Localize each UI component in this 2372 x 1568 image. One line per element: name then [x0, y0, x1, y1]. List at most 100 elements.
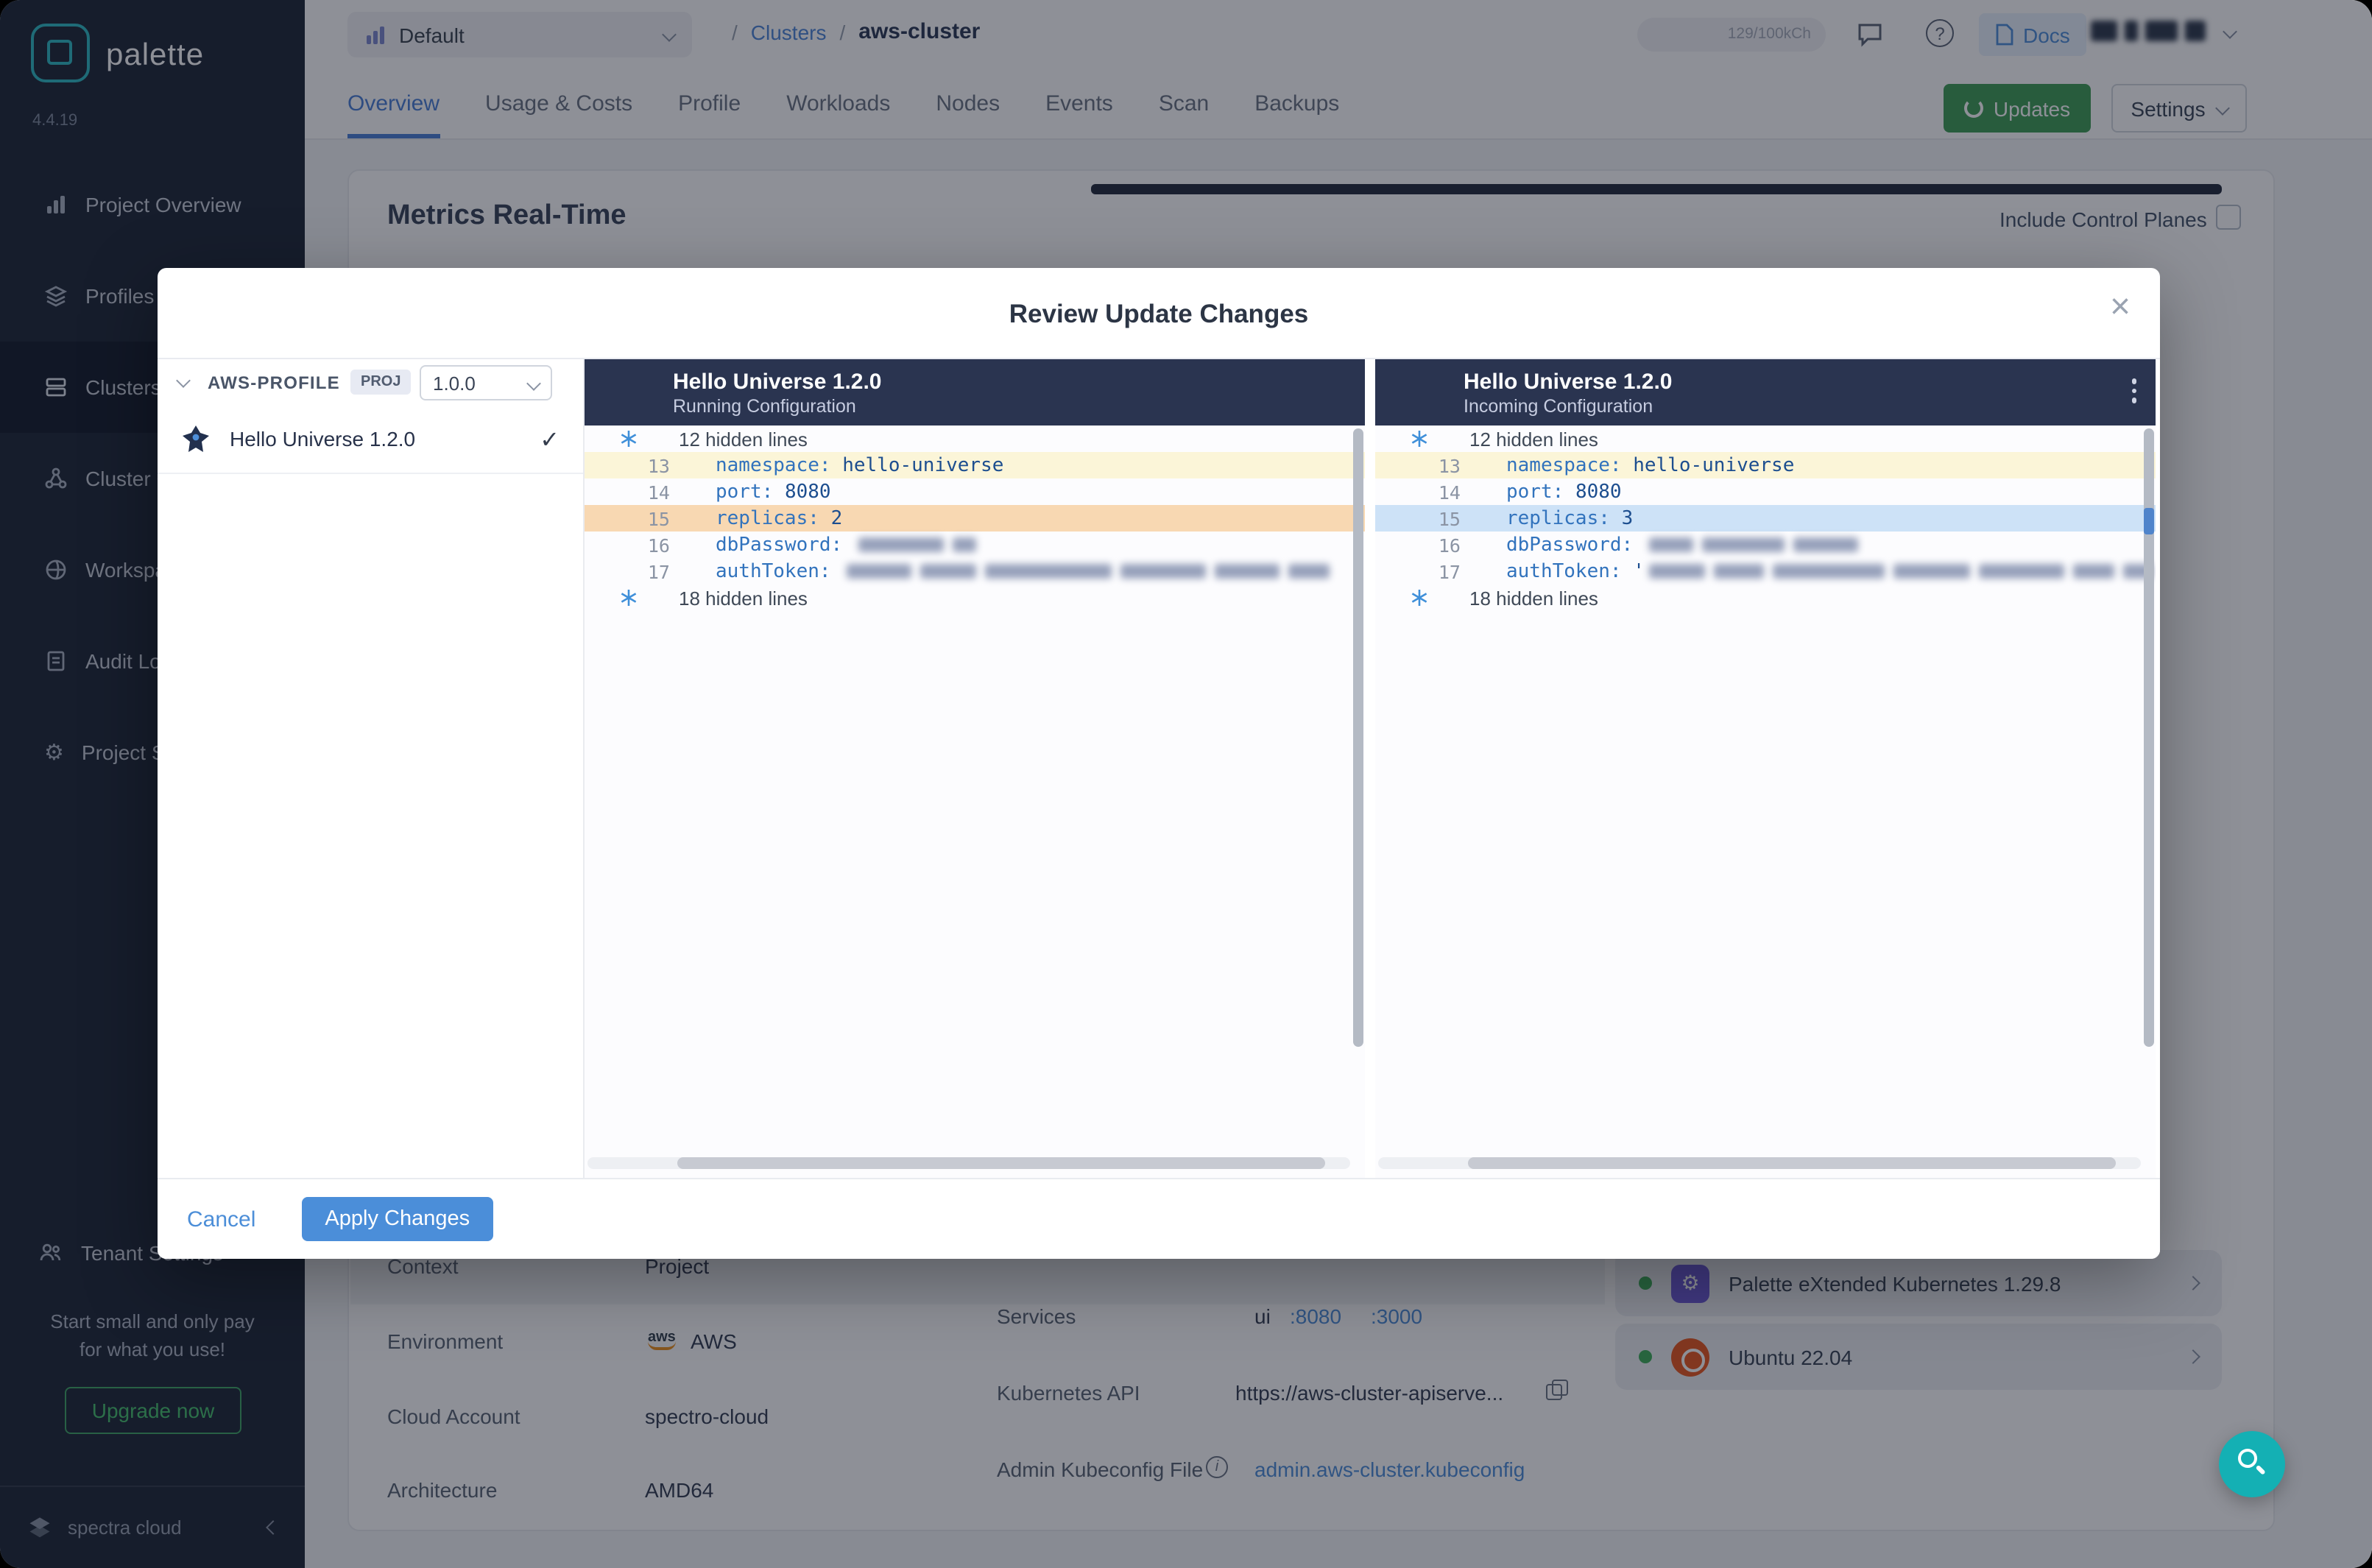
diff-change-marker [2144, 508, 2154, 534]
modal-header: Review Update Changes × [158, 268, 2160, 359]
yaml-value: ' [1633, 560, 1645, 582]
diff-line-row: 16 dbPassword: [585, 532, 1365, 558]
running-config-code: 12 hidden lines 13 namespace: hello-univ… [585, 425, 1365, 1178]
hidden-lines-row: 12 hidden lines [1375, 425, 2156, 452]
horizontal-scrollbar[interactable] [1378, 1157, 2141, 1169]
incoming-config-code: 12 hidden lines 13 namespace: hello-univ… [1375, 425, 2156, 1178]
diff-line-row: 17 authToken: ' [1375, 558, 2156, 585]
yaml-key: port: [1506, 481, 1564, 503]
scrollbar-thumb[interactable] [677, 1157, 1325, 1169]
expand-lines-icon[interactable] [620, 589, 638, 607]
cancel-button[interactable]: Cancel [187, 1207, 255, 1232]
redacted-value [1648, 537, 1693, 552]
line-number: 17 [647, 560, 670, 582]
yaml-key: dbPassword: [716, 534, 843, 556]
running-config-pane: Hello Universe 1.2.0 Running Configurati… [585, 359, 1365, 1178]
pane-subtitle: Incoming Configuration [1464, 396, 1653, 417]
yaml-key: authToken: [716, 560, 831, 582]
horizontal-scrollbar[interactable] [587, 1157, 1350, 1169]
profile-version-select[interactable]: 1.0.0 [420, 365, 552, 400]
expand-lines-icon[interactable] [1411, 589, 1428, 607]
redacted-value [1713, 564, 1764, 579]
redacted-value [1893, 564, 1970, 579]
line-number: 16 [647, 534, 670, 556]
scrollbar-thumb[interactable] [1468, 1157, 2116, 1169]
hidden-lines-label: 18 hidden lines [679, 587, 808, 609]
diff-line-row: 17 authToken: [585, 558, 1365, 585]
redacted-value [1215, 564, 1280, 579]
chevron-down-icon [526, 375, 541, 390]
hello-universe-pack-icon [183, 425, 209, 452]
chevron-down-icon[interactable] [176, 373, 191, 388]
hidden-lines-row: 12 hidden lines [585, 425, 1365, 452]
yaml-key: namespace: [716, 454, 831, 476]
pane-title: Hello Universe 1.2.0 [1464, 370, 1673, 395]
redacted-value [985, 564, 1112, 579]
pane-title: Hello Universe 1.2.0 [673, 370, 882, 395]
redacted-value [2072, 564, 2114, 579]
hidden-lines-label: 12 hidden lines [679, 428, 808, 450]
pane-subtitle: Running Configuration [673, 396, 856, 417]
incoming-config-header: Hello Universe 1.2.0 Incoming Configurat… [1375, 359, 2156, 425]
redacted-value [1978, 564, 2064, 579]
line-number: 16 [1438, 534, 1461, 556]
hidden-lines-row: 18 hidden lines [1375, 585, 2156, 611]
yaml-key: authToken: [1506, 560, 1622, 582]
redacted-value [858, 537, 944, 552]
hidden-lines-label: 12 hidden lines [1469, 428, 1598, 450]
yaml-value: 3 [1621, 507, 1634, 529]
diff-line-row: 13 namespace: hello-universe [585, 452, 1365, 478]
yaml-value: 8080 [784, 481, 831, 503]
redacted-value [1120, 564, 1207, 579]
profile-name: AWS-PROFILE [208, 372, 340, 392]
yaml-key: replicas: [716, 507, 819, 529]
diff-line-row: 16 dbPassword: [1375, 532, 2156, 558]
yaml-value: 2 [830, 507, 843, 529]
app-window: palette 4.4.19 Project Overview Profiles… [0, 0, 2372, 1568]
yaml-value: hello-universe [1633, 454, 1795, 476]
line-number: 13 [647, 454, 670, 476]
yaml-value: 8080 [1575, 481, 1622, 503]
line-number: 14 [647, 481, 670, 503]
diff-line-row: 14 port: 8080 [1375, 478, 2156, 505]
pack-list-item[interactable]: Hello Universe 1.2.0 ✓ [158, 405, 583, 474]
expand-lines-icon[interactable] [1411, 430, 1428, 448]
line-number: 15 [647, 507, 670, 529]
magnifier-icon [2238, 1449, 2257, 1468]
hidden-lines-label: 18 hidden lines [1469, 587, 1598, 609]
redacted-value [1772, 564, 1885, 579]
support-search-fab[interactable] [2219, 1431, 2285, 1497]
kebab-menu-icon[interactable] [2131, 378, 2136, 403]
profile-header-row: AWS-PROFILE PROJ 1.0.0 [158, 359, 583, 405]
diff-viewer: Hello Universe 1.2.0 Running Configurati… [585, 359, 2160, 1178]
running-config-header: Hello Universe 1.2.0 Running Configurati… [585, 359, 1365, 425]
pack-name: Hello Universe 1.2.0 [230, 427, 416, 451]
apply-changes-button[interactable]: Apply Changes [301, 1197, 494, 1241]
yaml-key: namespace: [1506, 454, 1622, 476]
diff-line-row-removed: 15 replicas: 2 [585, 505, 1365, 532]
line-number: 13 [1438, 454, 1461, 476]
line-number: 17 [1438, 560, 1461, 582]
yaml-key: replicas: [1506, 507, 1610, 529]
yaml-value: hello-universe [842, 454, 1004, 476]
vertical-scrollbar-thumb[interactable] [1353, 428, 1363, 1047]
redacted-value [1648, 564, 1705, 579]
close-icon[interactable]: × [2110, 289, 2131, 325]
expand-lines-icon[interactable] [620, 430, 638, 448]
redacted-value [847, 564, 912, 579]
redacted-value [952, 537, 976, 552]
redacted-value [920, 564, 977, 579]
yaml-key: port: [716, 481, 774, 503]
line-number: 14 [1438, 481, 1461, 503]
modal-title: Review Update Changes [1009, 298, 1309, 328]
review-update-changes-modal: Review Update Changes × AWS-PROFILE PROJ… [158, 268, 2160, 1259]
incoming-config-pane: Hello Universe 1.2.0 Incoming Configurat… [1375, 359, 2156, 1178]
profile-panel: AWS-PROFILE PROJ 1.0.0 Hello Universe 1.… [158, 359, 585, 1259]
yaml-key: dbPassword: [1506, 534, 1634, 556]
diff-line-row-added: 15 replicas: 3 [1375, 505, 2156, 532]
diff-line-row: 14 port: 8080 [585, 478, 1365, 505]
hidden-lines-row: 18 hidden lines [585, 585, 1365, 611]
diff-line-row: 13 namespace: hello-universe [1375, 452, 2156, 478]
profile-version-value: 1.0.0 [433, 372, 476, 394]
redacted-value [1793, 537, 1858, 552]
